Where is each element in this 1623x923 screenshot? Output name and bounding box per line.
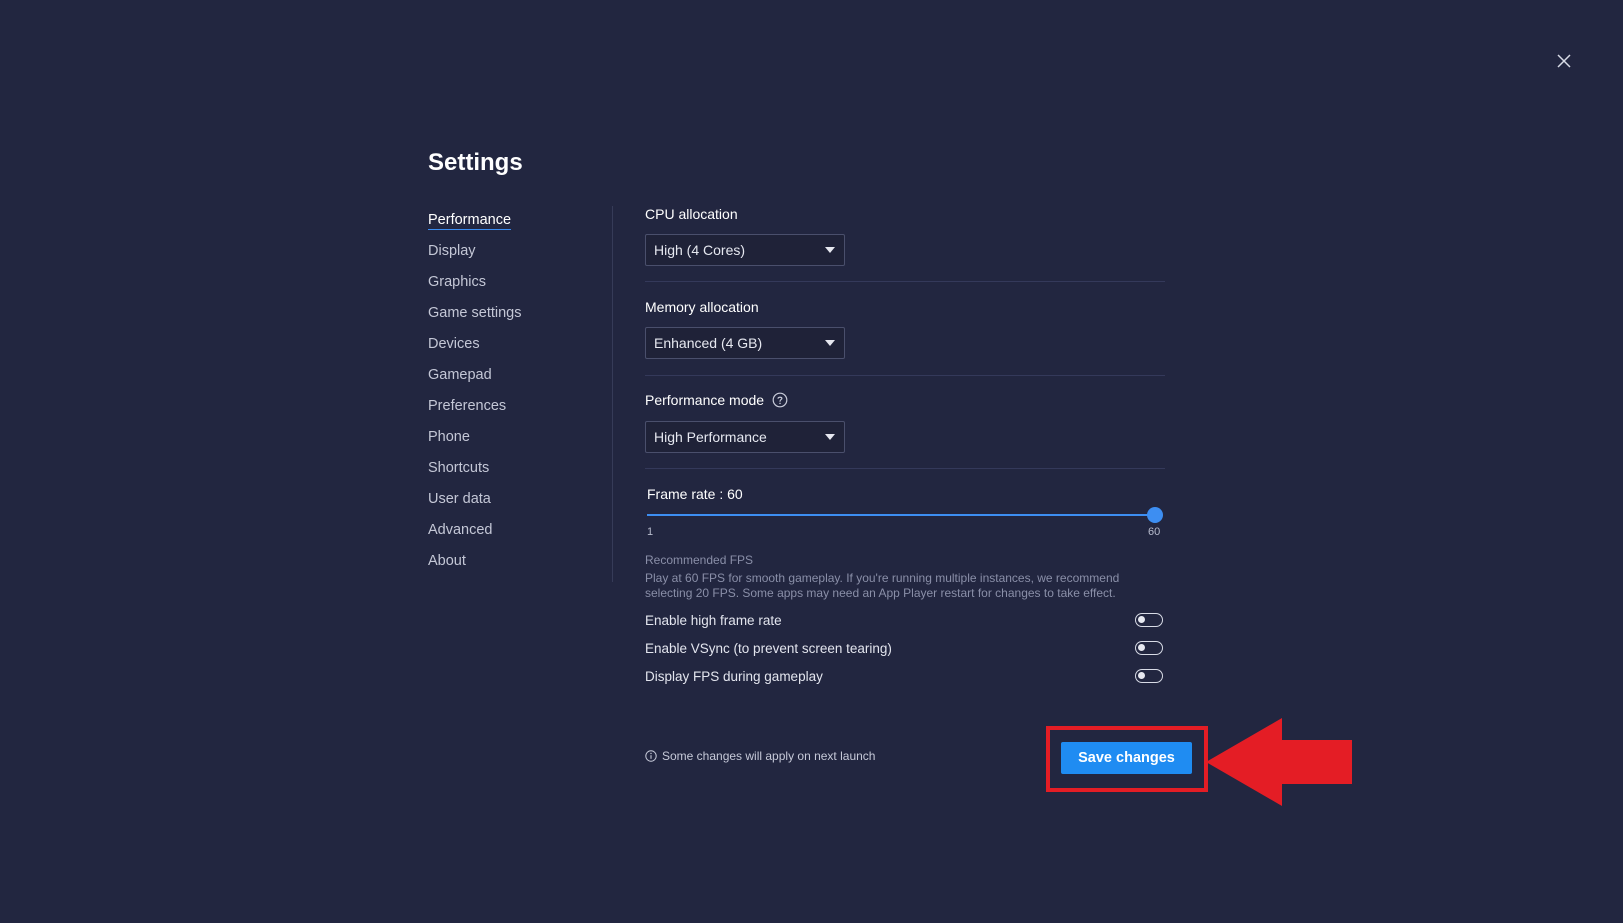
- sidebar-item-user-data[interactable]: User data: [428, 487, 608, 518]
- sidebar-item-label: Graphics: [428, 274, 487, 290]
- close-button[interactable]: [1551, 48, 1577, 74]
- sidebar-item-display[interactable]: Display: [428, 239, 608, 270]
- sidebar-item-label: Advanced: [428, 522, 493, 538]
- sidebar-item-shortcuts[interactable]: Shortcuts: [428, 456, 608, 487]
- performance-mode-label: Performance mode: [645, 392, 765, 408]
- slider-thumb[interactable]: [1147, 507, 1163, 523]
- sidebar-item-label: Gamepad: [428, 367, 492, 383]
- save-changes-button[interactable]: Save changes: [1061, 742, 1192, 774]
- toggle-row-high-frame-rate: Enable high frame rate: [645, 610, 1163, 630]
- sidebar-item-label: Display: [428, 243, 476, 259]
- sidebar-divider: [612, 206, 613, 582]
- sidebar-item-label: Shortcuts: [428, 460, 490, 476]
- toggle-row-display-fps: Display FPS during gameplay: [645, 666, 1163, 686]
- memory-allocation-value: Enhanced (4 GB): [654, 335, 763, 351]
- sidebar-item-graphics[interactable]: Graphics: [428, 270, 608, 301]
- settings-sidebar: Performance Display Graphics Game settin…: [428, 208, 608, 580]
- recommended-fps-text: Play at 60 FPS for smooth gameplay. If y…: [645, 571, 1120, 600]
- display-fps-toggle[interactable]: [1135, 669, 1163, 683]
- sidebar-item-devices[interactable]: Devices: [428, 332, 608, 363]
- toggle-knob: [1138, 644, 1145, 651]
- toggle-label: Display FPS during gameplay: [645, 668, 823, 684]
- divider: [645, 281, 1165, 282]
- sidebar-item-gamepad[interactable]: Gamepad: [428, 363, 608, 394]
- frame-rate-slider[interactable]: [647, 507, 1163, 523]
- sidebar-item-label: User data: [428, 491, 491, 507]
- annotation-arrow-icon: [1206, 718, 1352, 806]
- slider-max-label: 60: [1148, 526, 1161, 538]
- divider: [645, 375, 1165, 376]
- sidebar-item-label: Game settings: [428, 305, 522, 321]
- dropdown-caret-icon: [825, 434, 835, 440]
- toggle-knob: [1138, 672, 1145, 679]
- sidebar-item-label: Phone: [428, 429, 470, 445]
- toggle-row-vsync: Enable VSync (to prevent screen tearing): [645, 638, 1163, 658]
- page-title: Settings: [428, 149, 523, 176]
- settings-window: Settings Performance Display Graphics Ga…: [0, 0, 1623, 923]
- restart-note: Some changes will apply on next launch: [645, 749, 875, 763]
- sidebar-item-label: About: [428, 553, 466, 569]
- restart-note-text: Some changes will apply on next launch: [662, 749, 876, 763]
- high-frame-rate-toggle[interactable]: [1135, 613, 1163, 627]
- frame-rate-label: Frame rate : 60: [647, 486, 743, 502]
- memory-allocation-label: Memory allocation: [645, 299, 759, 315]
- memory-allocation-select[interactable]: Enhanced (4 GB): [645, 327, 845, 359]
- sidebar-item-advanced[interactable]: Advanced: [428, 518, 608, 549]
- slider-fill: [647, 514, 1155, 516]
- cpu-allocation-value: High (4 Cores): [654, 242, 746, 258]
- performance-mode-select[interactable]: High Performance: [645, 421, 845, 453]
- toggle-knob: [1138, 616, 1145, 623]
- divider: [645, 468, 1165, 469]
- toggle-label: Enable high frame rate: [645, 612, 782, 628]
- sidebar-item-game-settings[interactable]: Game settings: [428, 301, 608, 332]
- info-icon: [645, 750, 657, 762]
- slider-min-label: 1: [647, 526, 654, 538]
- sidebar-item-phone[interactable]: Phone: [428, 425, 608, 456]
- sidebar-item-label: Performance: [428, 212, 512, 230]
- sidebar-item-label: Preferences: [428, 398, 507, 414]
- close-icon: [1557, 54, 1571, 68]
- toggle-label: Enable VSync (to prevent screen tearing): [645, 640, 892, 656]
- sidebar-item-performance[interactable]: Performance: [428, 208, 608, 239]
- dropdown-caret-icon: [825, 247, 835, 253]
- help-icon[interactable]: [772, 392, 788, 408]
- recommended-fps-title: Recommended FPS: [645, 553, 754, 567]
- sidebar-item-about[interactable]: About: [428, 549, 608, 580]
- vsync-toggle[interactable]: [1135, 641, 1163, 655]
- sidebar-item-label: Devices: [428, 336, 480, 352]
- sidebar-item-preferences[interactable]: Preferences: [428, 394, 608, 425]
- dropdown-caret-icon: [825, 340, 835, 346]
- cpu-allocation-select[interactable]: High (4 Cores): [645, 234, 845, 266]
- performance-mode-value: High Performance: [654, 429, 767, 445]
- performance-mode-row: Performance mode: [645, 392, 788, 408]
- cpu-allocation-label: CPU allocation: [645, 206, 738, 222]
